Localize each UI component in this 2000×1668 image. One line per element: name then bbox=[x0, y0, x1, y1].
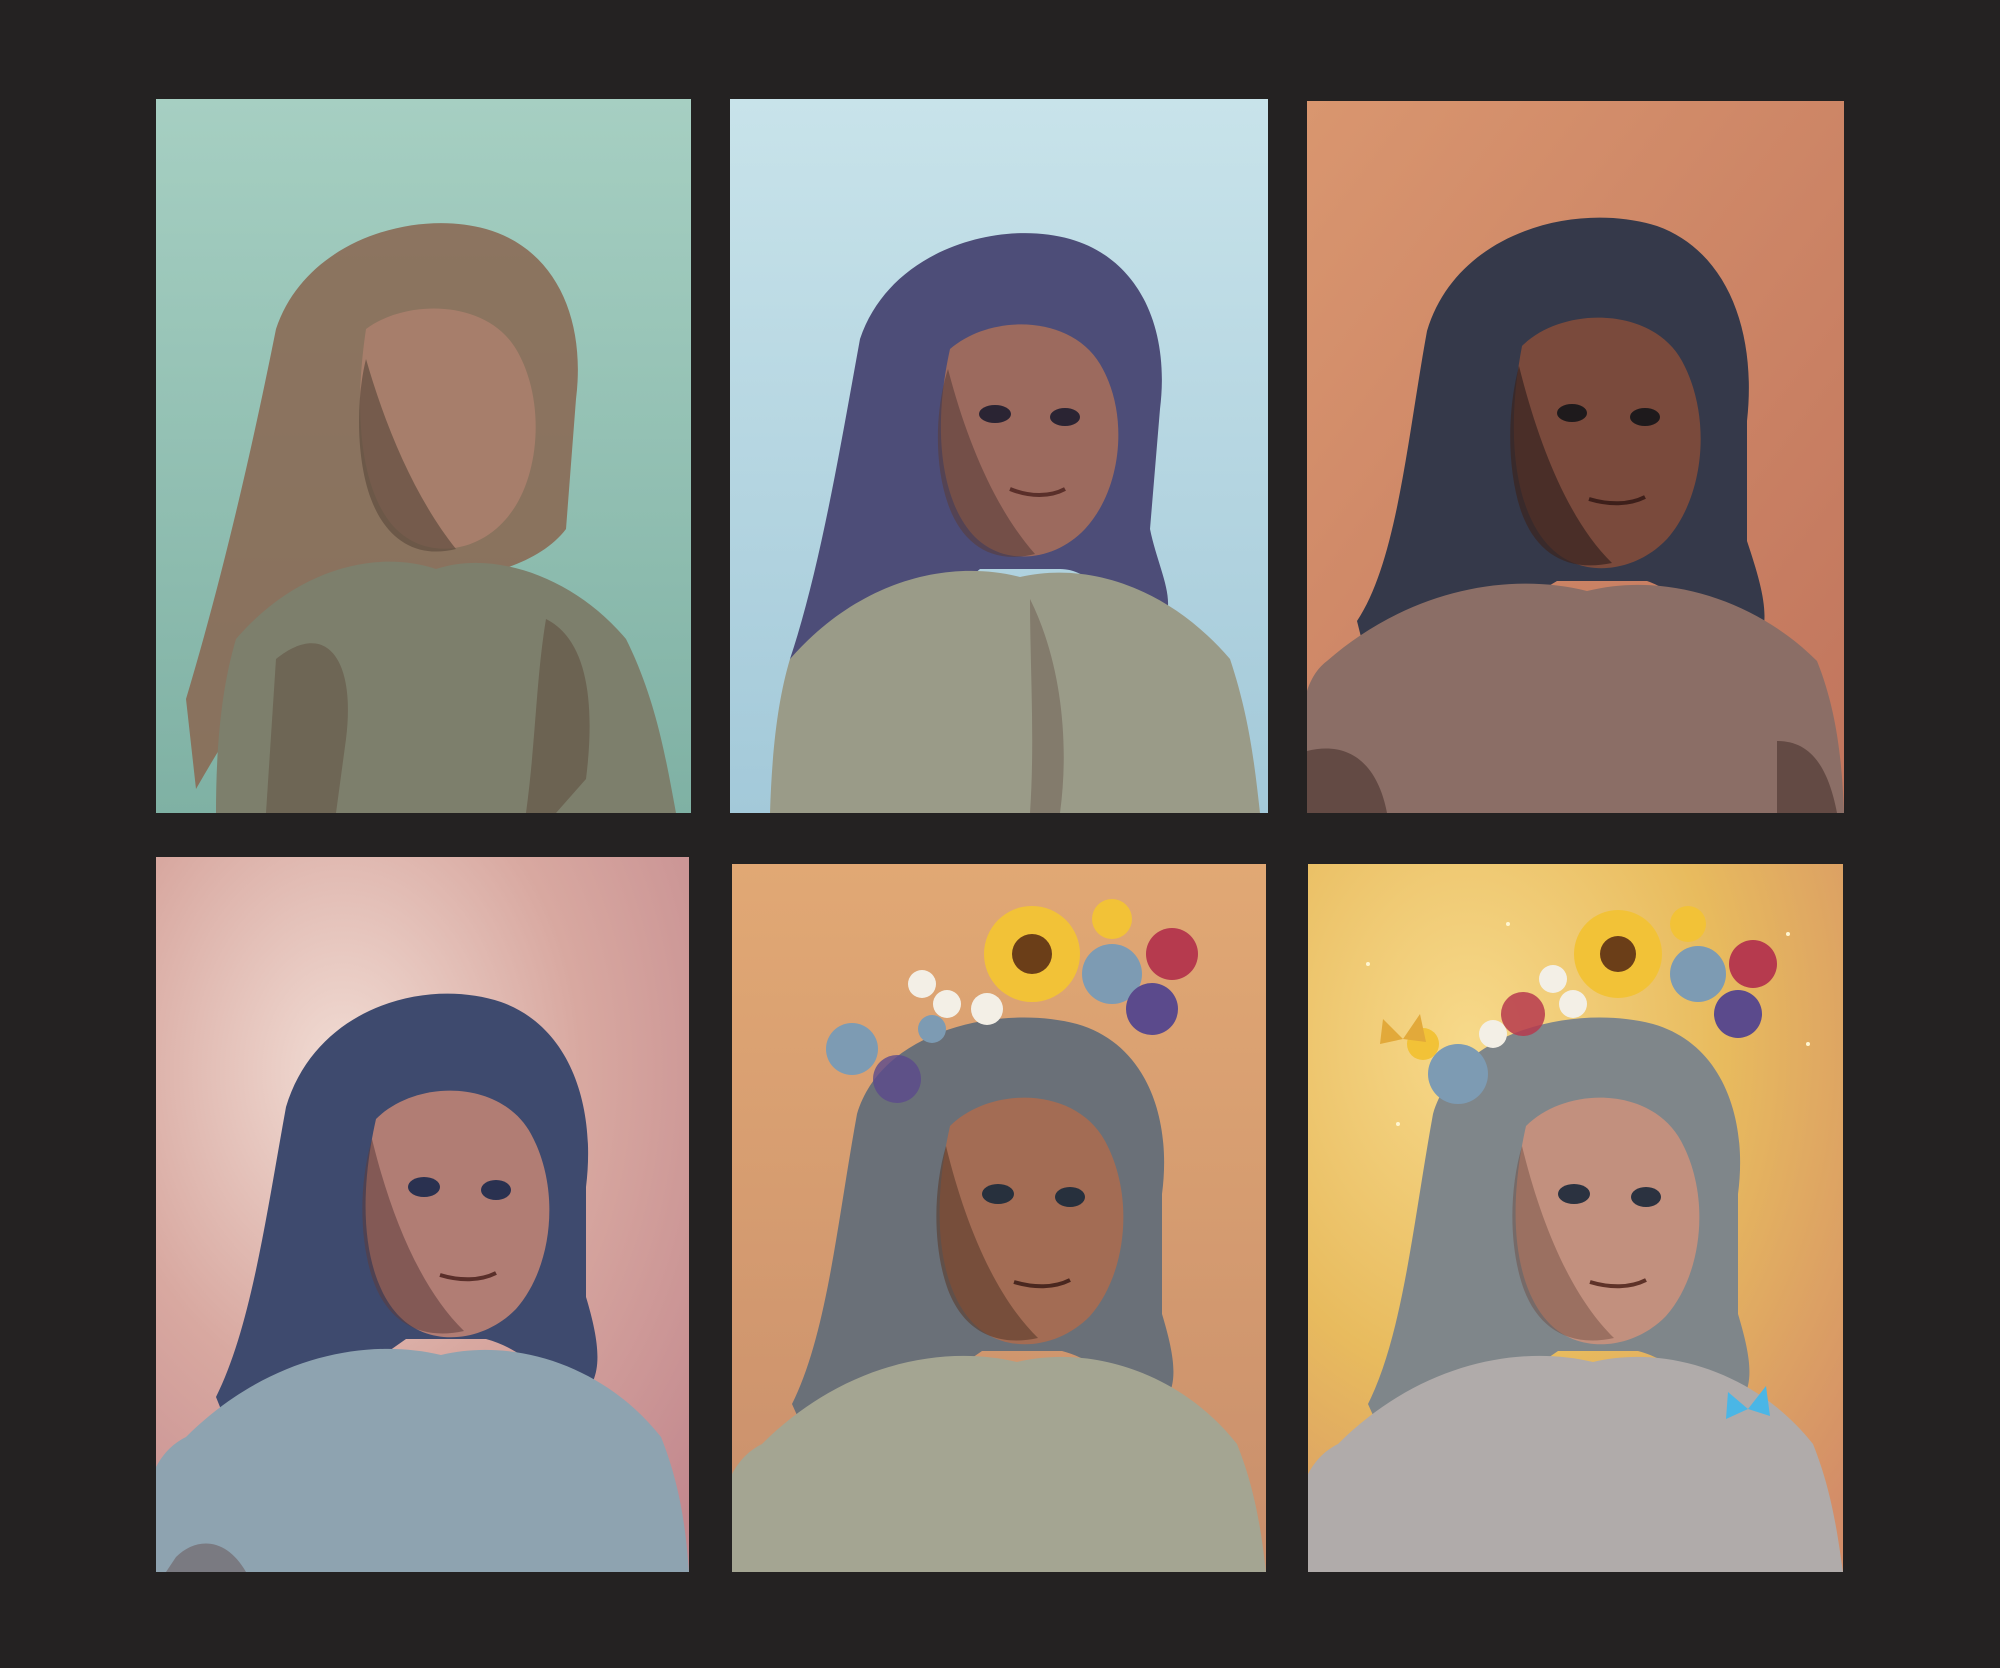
portrait-stage-6 bbox=[1308, 864, 1843, 1572]
portrait-stage-5-painting bbox=[732, 864, 1266, 1572]
portrait-stage-3-painting bbox=[1307, 101, 1844, 813]
portrait-stage-4-painting bbox=[156, 857, 689, 1572]
portrait-stage-6-painting bbox=[1308, 864, 1843, 1572]
portrait-stage-4 bbox=[156, 857, 689, 1572]
artwork-progression-sheet bbox=[0, 0, 2000, 1668]
portrait-stage-2 bbox=[730, 99, 1268, 813]
portrait-stage-1 bbox=[156, 99, 691, 813]
portrait-stage-1-painting bbox=[156, 99, 691, 813]
portrait-stage-2-painting bbox=[730, 99, 1268, 813]
portrait-stage-3 bbox=[1307, 101, 1844, 813]
portrait-stage-5 bbox=[732, 864, 1266, 1572]
